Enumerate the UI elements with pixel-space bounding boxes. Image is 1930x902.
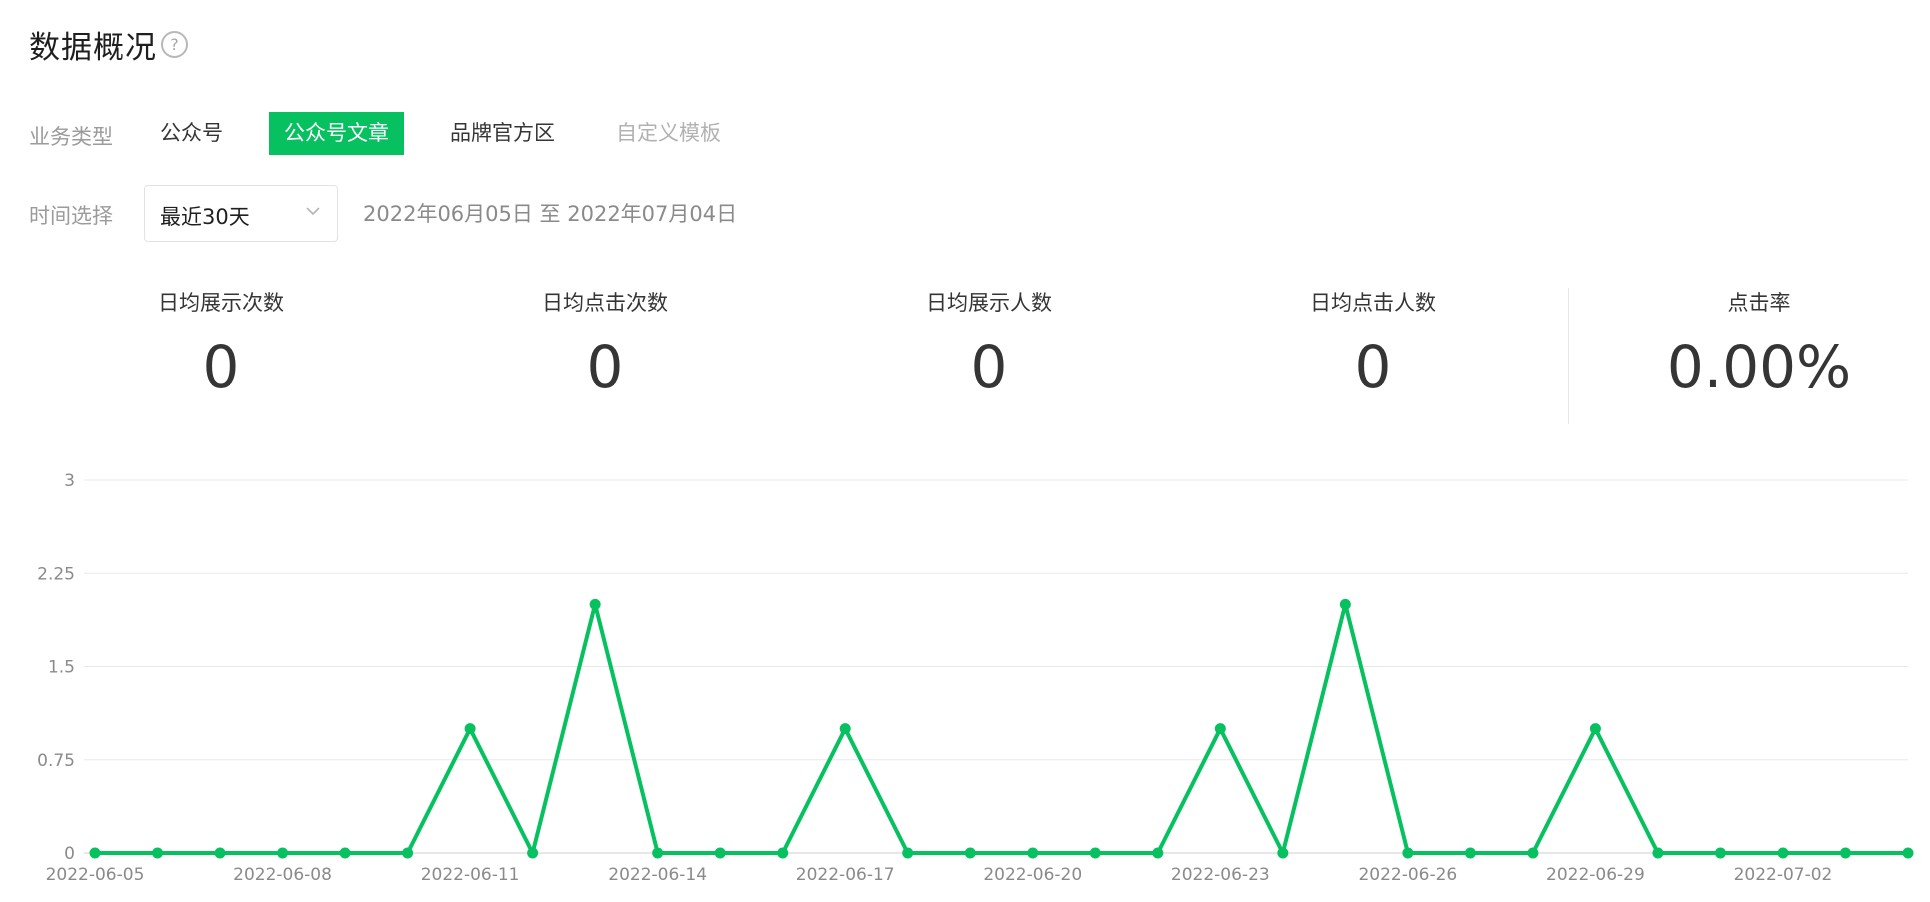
x-tick-label: 2022-07-02 <box>1734 865 1833 885</box>
x-tick-label: 2022-06-20 <box>983 865 1082 885</box>
metric-avg-daily-impression-users: 日均展示人数 0 <box>839 288 1139 402</box>
data-point <box>402 847 414 859</box>
metric-value: 0 <box>202 333 240 401</box>
data-point <box>527 847 539 859</box>
x-tick-label: 2022-06-23 <box>1171 865 1270 885</box>
page-title: 数据概况 <box>29 30 157 66</box>
data-point <box>652 847 664 859</box>
metric-avg-daily-impressions: 日均展示次数 0 <box>71 288 371 402</box>
data-point <box>714 847 726 859</box>
metric-label: 点击率 <box>1727 291 1791 315</box>
data-point <box>1027 847 1039 859</box>
data-point <box>1214 723 1226 735</box>
data-point <box>777 847 789 859</box>
y-tick-label: 0.75 <box>37 751 75 771</box>
business-type-label: 业务类型 <box>29 125 113 149</box>
metric-value: 0 <box>970 333 1008 401</box>
chevron-down-icon <box>306 207 320 216</box>
data-point <box>89 847 101 859</box>
y-tick-label: 0 <box>64 844 75 864</box>
data-point <box>1152 847 1164 859</box>
tab-custom-template: 自定义模板 <box>616 121 721 145</box>
data-point <box>1527 847 1539 859</box>
data-point <box>1589 723 1601 735</box>
tab-brand-official-zone[interactable]: 品牌官方区 <box>435 112 570 155</box>
metric-avg-daily-clicks: 日均点击次数 0 <box>455 288 755 402</box>
x-tick-label: 2022-06-05 <box>46 865 145 885</box>
data-point <box>1902 847 1914 859</box>
data-point <box>464 723 476 735</box>
data-point <box>839 723 851 735</box>
y-tick-label: 2.25 <box>37 564 75 584</box>
data-point <box>1402 847 1414 859</box>
data-point <box>902 847 914 859</box>
data-point <box>964 847 976 859</box>
time-range-select[interactable]: 最近30天 <box>144 185 338 242</box>
metric-label: 日均点击人数 <box>1310 291 1436 315</box>
x-tick-label: 2022-06-14 <box>608 865 707 885</box>
data-point <box>1464 847 1476 859</box>
metric-value: 0 <box>1354 333 1392 401</box>
data-point <box>1277 847 1289 859</box>
x-tick-label: 2022-06-26 <box>1358 865 1457 885</box>
data-point <box>1652 847 1664 859</box>
metric-avg-daily-click-users: 日均点击人数 0 <box>1223 288 1523 402</box>
metric-value: 0.00% <box>1666 333 1852 401</box>
metric-divider <box>1568 288 1569 424</box>
data-point <box>1714 847 1726 859</box>
trend-chart-svg: 0 0.75 1.5 2.25 3 2022-06-05 2022-06-08 2022-06… <box>37 471 1914 885</box>
metric-label: 日均展示人数 <box>926 291 1052 315</box>
tab-official-account-article[interactable]: 公众号文章 <box>269 112 404 155</box>
tab-official-account[interactable]: 公众号 <box>145 112 238 155</box>
data-point <box>152 847 164 859</box>
series-line <box>95 602 1908 855</box>
x-tick-label: 2022-06-29 <box>1546 865 1645 885</box>
metric-click-rate: 点击率 0.00% <box>1609 288 1909 402</box>
metric-value: 0 <box>586 333 624 401</box>
date-range-text: 2022年06月05日 至 2022年07月04日 <box>363 202 738 226</box>
data-point <box>1089 847 1101 859</box>
time-select-label: 时间选择 <box>29 204 113 228</box>
trend-chart: 0 0.75 1.5 2.25 3 2022-06-05 2022-06-08 2022-06… <box>0 455 1930 898</box>
data-point <box>277 847 289 859</box>
data-point <box>1839 847 1851 859</box>
data-point <box>589 598 601 610</box>
data-point <box>1777 847 1789 859</box>
help-icon[interactable]: ? <box>161 31 188 58</box>
metric-label: 日均展示次数 <box>158 291 284 315</box>
metric-label: 日均点击次数 <box>542 291 668 315</box>
data-point <box>214 847 226 859</box>
x-tick-label: 2022-06-17 <box>796 865 895 885</box>
y-tick-label: 1.5 <box>48 658 75 678</box>
time-range-select-value: 最近30天 <box>160 205 250 229</box>
data-point <box>1339 598 1351 610</box>
data-point <box>339 847 351 859</box>
x-tick-label: 2022-06-08 <box>233 865 332 885</box>
y-tick-label: 3 <box>64 471 75 491</box>
x-tick-label: 2022-06-11 <box>421 865 520 885</box>
